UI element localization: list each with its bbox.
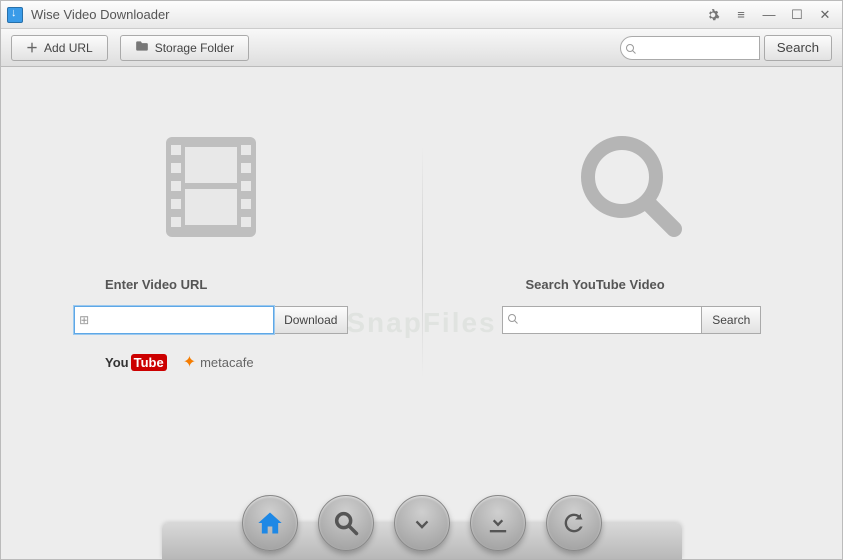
menu-icon[interactable]: ≡	[730, 6, 752, 24]
metacafe-star-icon: ✦	[183, 352, 196, 372]
dock-search-button[interactable]	[318, 495, 374, 551]
url-input[interactable]	[74, 306, 274, 334]
panel-divider	[422, 147, 423, 377]
folder-icon	[135, 40, 149, 55]
dock-download-folder-button[interactable]	[470, 495, 526, 551]
youtube-logo: YouTube	[105, 352, 167, 372]
search-small-icon	[507, 313, 519, 328]
main-content: SnapFiles Ent	[1, 67, 842, 559]
youtube-search-input[interactable]	[502, 306, 702, 334]
download-button[interactable]: Download	[274, 306, 348, 334]
app-icon	[7, 7, 23, 23]
dock-home-button[interactable]	[242, 495, 298, 551]
titlebar: Wise Video Downloader ≡ — ☐ ✕	[1, 1, 842, 29]
search-input-row: Search	[502, 306, 761, 334]
dock-download-button[interactable]	[394, 495, 450, 551]
metacafe-text: metacafe	[200, 355, 253, 370]
top-search: Search	[620, 35, 832, 61]
window-controls: ≡ — ☐ ✕	[702, 6, 836, 24]
url-input-row: ⊞ Download	[74, 306, 348, 334]
storage-folder-label: Storage Folder	[155, 41, 234, 55]
toolbar: ＋ Add URL Storage Folder Search	[1, 29, 842, 67]
top-search-button[interactable]: Search	[764, 35, 832, 61]
search-icon	[625, 43, 637, 58]
app-title: Wise Video Downloader	[31, 7, 702, 22]
youtube-you: You	[105, 355, 129, 370]
minimize-button[interactable]: —	[758, 6, 780, 24]
close-button[interactable]: ✕	[814, 6, 836, 24]
add-url-button[interactable]: ＋ Add URL	[11, 35, 108, 61]
metacafe-logo: ✦ metacafe	[183, 352, 254, 372]
add-url-label: Add URL	[44, 41, 93, 55]
url-panel-label: Enter Video URL	[105, 277, 207, 292]
youtube-tube: Tube	[131, 354, 167, 371]
supported-brands: YouTube ✦ metacafe	[105, 352, 254, 372]
magnifier-icon	[572, 127, 692, 247]
dock-refresh-button[interactable]	[546, 495, 602, 551]
app-window: Wise Video Downloader ≡ — ☐ ✕ ＋ Add URL …	[0, 0, 843, 560]
youtube-search-button[interactable]: Search	[702, 306, 761, 334]
film-small-icon: ⊞	[79, 313, 89, 327]
storage-folder-button[interactable]: Storage Folder	[120, 35, 249, 61]
settings-icon[interactable]	[702, 6, 724, 24]
dock	[212, 483, 632, 559]
maximize-button[interactable]: ☐	[786, 6, 808, 24]
search-panel-label: Search YouTube Video	[526, 277, 665, 292]
film-icon	[151, 127, 271, 247]
top-search-input[interactable]	[620, 36, 760, 60]
plus-icon: ＋	[26, 39, 38, 56]
